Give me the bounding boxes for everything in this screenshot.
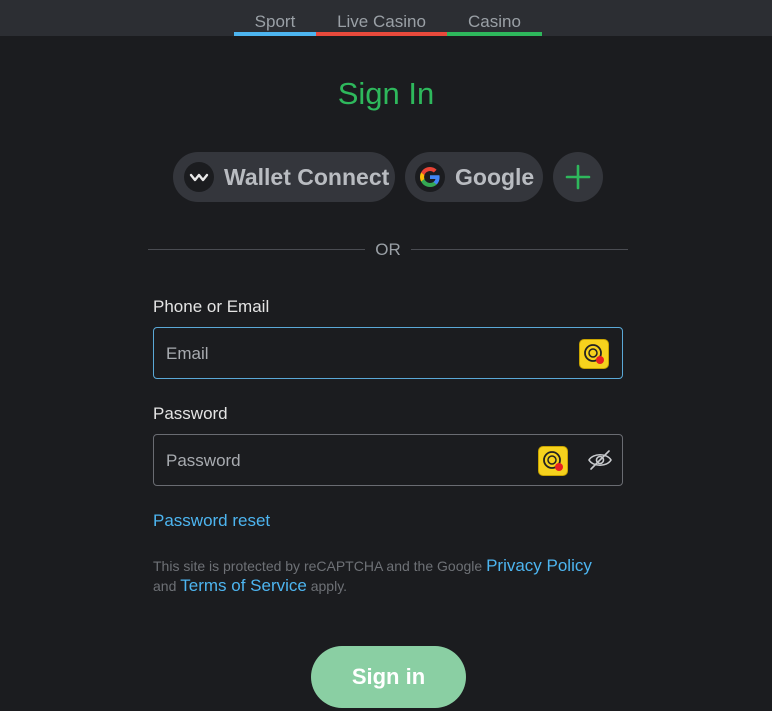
password-reset-link[interactable]: Password reset xyxy=(153,511,270,531)
password-manager-extension-icon[interactable] xyxy=(579,339,609,369)
recaptcha-suffix: apply. xyxy=(310,578,348,594)
tab-live-casino-underline xyxy=(316,32,447,36)
email-input[interactable] xyxy=(164,328,528,380)
tab-casino[interactable]: Casino xyxy=(447,0,542,36)
privacy-policy-link[interactable]: Privacy Policy xyxy=(486,556,592,575)
recaptcha-notice: This site is protected by reCAPTCHA and … xyxy=(153,556,633,596)
google-icon xyxy=(415,162,445,192)
password-field[interactable] xyxy=(153,434,623,487)
top-nav: Sport Live Casino Casino xyxy=(0,0,772,36)
password-input[interactable] xyxy=(164,435,528,487)
password-label: Password xyxy=(153,404,228,423)
tab-casino-label: Casino xyxy=(468,12,521,31)
tab-casino-underline xyxy=(447,32,542,36)
recaptcha-prefix: This site is protected by reCAPTCHA and … xyxy=(153,558,483,574)
tab-live-casino[interactable]: Live Casino xyxy=(316,0,447,36)
divider-left xyxy=(148,249,365,250)
eye-off-icon[interactable] xyxy=(587,449,613,471)
wallet-connect-label: Wallet Connect xyxy=(224,163,390,190)
page-title: Sign In xyxy=(337,76,435,111)
wallet-connect-icon xyxy=(184,162,214,192)
or-divider-text: OR xyxy=(375,240,401,259)
sign-in-button[interactable]: Sign in xyxy=(311,646,466,708)
tab-live-casino-label: Live Casino xyxy=(337,12,426,31)
tab-sport-underline xyxy=(234,32,316,36)
more-providers-button[interactable] xyxy=(553,152,603,202)
tab-sport-label: Sport xyxy=(254,12,296,31)
divider-right xyxy=(411,249,628,250)
terms-of-service-link[interactable]: Terms of Service xyxy=(180,576,307,595)
wallet-connect-button[interactable]: Wallet Connect xyxy=(173,152,395,202)
tab-sport[interactable]: Sport xyxy=(234,0,316,36)
password-manager-extension-icon[interactable] xyxy=(538,446,568,476)
identifier-label: Phone or Email xyxy=(153,297,270,316)
identifier-field[interactable] xyxy=(153,327,623,380)
recaptcha-and: and xyxy=(153,578,177,594)
google-button[interactable]: Google xyxy=(405,152,543,202)
plus-icon xyxy=(565,164,591,190)
google-label: Google xyxy=(455,163,535,190)
